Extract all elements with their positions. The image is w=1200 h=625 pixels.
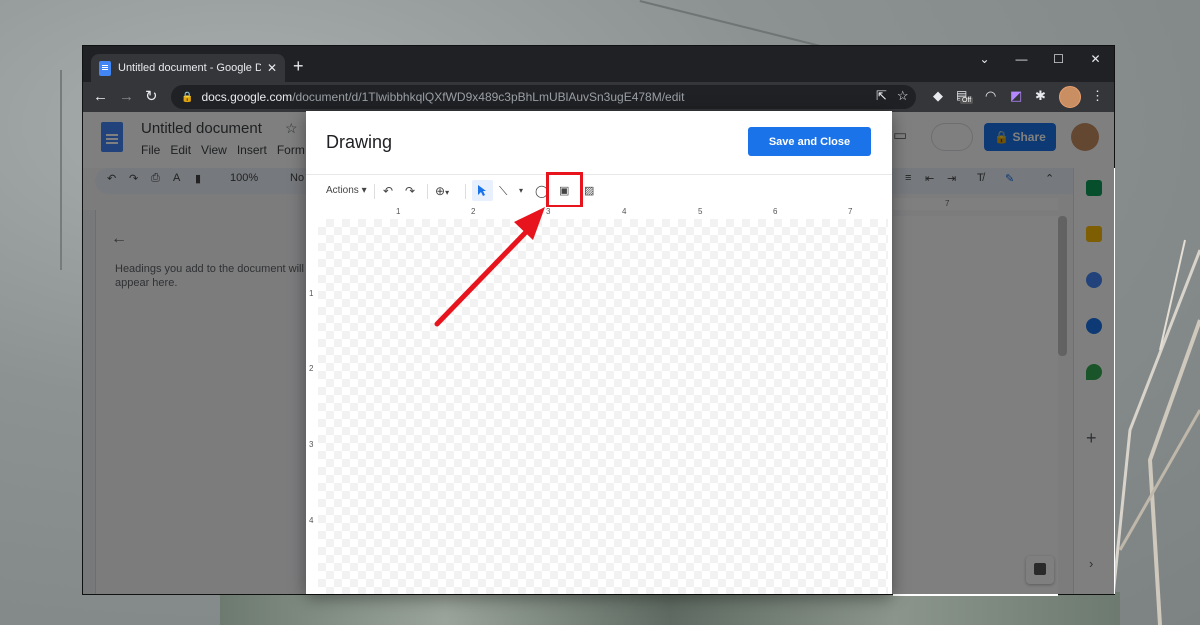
undo-icon[interactable]: ↶: [383, 184, 393, 198]
reload-icon[interactable]: ↻: [145, 88, 158, 106]
ruler-label: 3: [309, 440, 313, 449]
tab-search-icon[interactable]: ⌄: [966, 46, 1003, 72]
back-icon[interactable]: ←: [93, 88, 108, 106]
redo-icon[interactable]: ↷: [405, 184, 415, 198]
url-field[interactable]: 🔒 docs.google.com/document/d/1Tlwibbhkql…: [171, 85, 916, 109]
purple-extension-icon[interactable]: ◩: [1010, 88, 1022, 104]
line-tool-icon[interactable]: ⟍: [499, 184, 507, 198]
select-tool-button[interactable]: [472, 180, 493, 201]
minimize-button[interactable]: —: [1003, 46, 1040, 72]
ruler-label: 1: [309, 289, 313, 298]
bookmark-star-icon[interactable]: ☆: [897, 88, 909, 104]
arc-extension-icon[interactable]: ◠: [985, 88, 996, 104]
lock-icon[interactable]: 🔒: [181, 92, 193, 103]
close-window-button[interactable]: ✕: [1077, 46, 1114, 72]
ruler-label: 2: [471, 207, 475, 216]
ruler-label: 3: [546, 207, 550, 216]
ruler-label: 4: [309, 516, 313, 525]
address-bar-row: ← → ↻ 🔒 docs.google.com/document/d/1Tlwi…: [83, 82, 1114, 112]
ruler-label: 4: [622, 207, 626, 216]
share-page-icon[interactable]: ⇱: [876, 88, 887, 104]
extension-off-icon[interactable]: ▤ Off: [956, 86, 976, 106]
url-path: /document/d/1TlwibbhkqlQXfWD9x489c3pBhLm…: [292, 90, 684, 104]
actions-menu[interactable]: Actions ▾: [326, 184, 367, 198]
drawing-toolbar: Actions ▾ ↶ ↷ ⊕▾ ⟍ ▾ ◯ ▣ ▨: [306, 174, 892, 207]
highlight-box: [546, 172, 583, 208]
plant-decoration: [220, 592, 1120, 625]
cursor-icon: [477, 184, 487, 197]
tab-title: Untitled document - Google Doc: [118, 62, 261, 74]
ruler-label: 5: [698, 207, 702, 216]
maximize-button[interactable]: ☐: [1040, 46, 1077, 72]
tab-strip: Untitled document - Google Doc ✕ + ⌄ — ☐…: [83, 46, 1114, 82]
ruler-label: 2: [309, 364, 313, 373]
zoom-icon[interactable]: ⊕▾: [435, 184, 449, 200]
url-host: docs.google.com: [201, 90, 292, 104]
docs-favicon-icon: [99, 61, 111, 76]
browser-tab[interactable]: Untitled document - Google Doc ✕: [91, 54, 285, 82]
drawing-canvas[interactable]: [318, 219, 888, 594]
profile-avatar[interactable]: [1059, 86, 1081, 108]
dialog-title: Drawing: [326, 132, 392, 153]
ruler-label: 7: [848, 207, 852, 216]
drawing-dialog: Drawing Save and Close Actions ▾ ↶ ↷ ⊕▾ …: [306, 111, 892, 594]
extension-badge: Off: [960, 97, 973, 104]
forward-icon[interactable]: →: [119, 88, 134, 106]
toolbar-divider: [427, 184, 428, 199]
actions-label: Actions: [326, 185, 359, 196]
extensions-puzzle-icon[interactable]: ✱: [1035, 88, 1046, 104]
ruler-label: 6: [773, 207, 777, 216]
tag-extension-icon[interactable]: ◆: [933, 88, 943, 104]
toolbar-divider: [374, 184, 375, 199]
save-and-close-button[interactable]: Save and Close: [748, 127, 871, 156]
line-dropdown-icon[interactable]: ▾: [519, 184, 523, 198]
browser-menu-icon[interactable]: ⋮: [1091, 88, 1104, 104]
ruler-label: 1: [396, 207, 400, 216]
new-tab-button[interactable]: +: [293, 56, 304, 76]
close-tab-icon[interactable]: ✕: [267, 61, 277, 75]
image-tool-icon[interactable]: ▨: [584, 184, 594, 198]
toolbar-divider: [465, 184, 466, 199]
